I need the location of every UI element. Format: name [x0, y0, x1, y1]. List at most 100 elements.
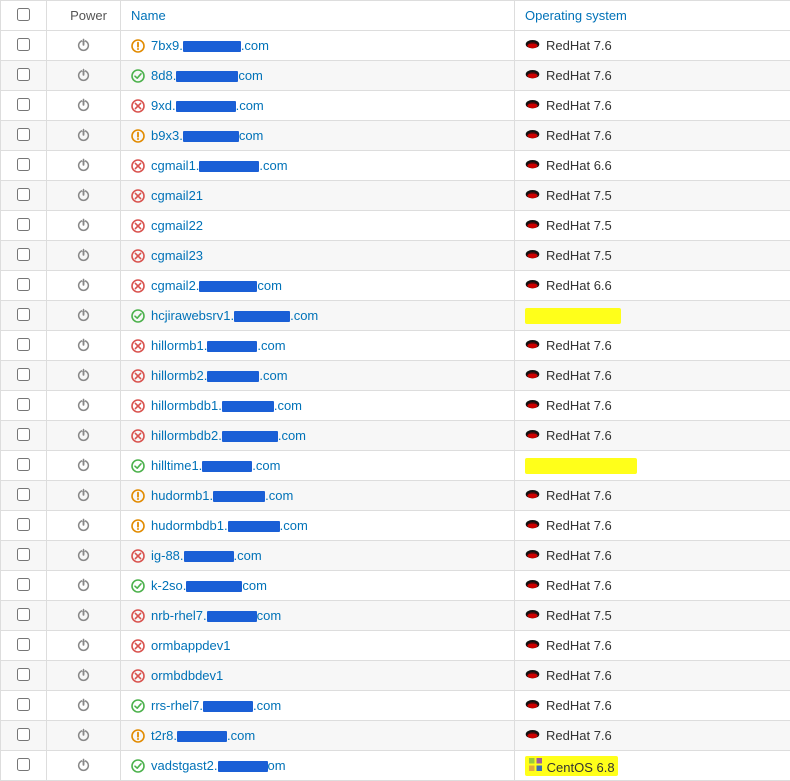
- table-row: hillormbdb2..comRedHat 7.6: [1, 421, 790, 451]
- host-link[interactable]: hudormbdb1..com: [151, 518, 308, 533]
- host-link[interactable]: cgmail23: [151, 248, 203, 263]
- os-text: RedHat 7.6: [546, 338, 612, 353]
- row-checkbox[interactable]: [17, 338, 30, 351]
- redaction-block: [234, 311, 290, 322]
- hosts-table: Power Name Operating system 7bx9..com Red…: [0, 0, 790, 781]
- power-cell[interactable]: [47, 181, 121, 211]
- table-row: cgmail23RedHat 7.5: [1, 241, 790, 271]
- power-cell[interactable]: [47, 301, 121, 331]
- row-checkbox[interactable]: [17, 188, 30, 201]
- power-cell[interactable]: [47, 511, 121, 541]
- power-cell[interactable]: [47, 361, 121, 391]
- power-cell[interactable]: [47, 421, 121, 451]
- host-link[interactable]: ormbappdev1: [151, 638, 231, 653]
- power-cell[interactable]: [47, 631, 121, 661]
- host-link[interactable]: b9x3.com: [151, 128, 263, 143]
- host-name-post: .com: [241, 38, 269, 53]
- host-link[interactable]: vadstgast2.om: [151, 758, 286, 773]
- row-checkbox[interactable]: [17, 278, 30, 291]
- power-cell[interactable]: [47, 661, 121, 691]
- os-text: RedHat 7.6: [546, 368, 612, 383]
- row-checkbox[interactable]: [17, 368, 30, 381]
- header-name[interactable]: Name: [121, 1, 515, 31]
- row-checkbox[interactable]: [17, 668, 30, 681]
- power-cell[interactable]: [47, 601, 121, 631]
- row-checkbox[interactable]: [17, 518, 30, 531]
- warning-icon: [131, 39, 145, 53]
- select-all-checkbox[interactable]: [17, 8, 30, 21]
- power-cell[interactable]: [47, 721, 121, 751]
- host-link[interactable]: 8d8.com: [151, 68, 263, 83]
- row-checkbox[interactable]: [17, 128, 30, 141]
- power-cell[interactable]: [47, 691, 121, 721]
- power-cell[interactable]: [47, 151, 121, 181]
- os-cell: RedHat 7.6: [515, 631, 790, 661]
- redaction-block: [184, 551, 234, 562]
- power-icon: [47, 188, 120, 203]
- power-cell[interactable]: [47, 331, 121, 361]
- row-checkbox[interactable]: [17, 308, 30, 321]
- row-checkbox-cell: [1, 121, 47, 151]
- host-link[interactable]: hillormb1..com: [151, 338, 286, 353]
- power-cell[interactable]: [47, 121, 121, 151]
- power-cell[interactable]: [47, 211, 121, 241]
- host-link[interactable]: cgmail21: [151, 188, 203, 203]
- power-cell[interactable]: [47, 571, 121, 601]
- host-link[interactable]: hillormbdb2..com: [151, 428, 306, 443]
- row-checkbox[interactable]: [17, 218, 30, 231]
- row-checkbox[interactable]: [17, 428, 30, 441]
- os-text: RedHat 7.5: [546, 188, 612, 203]
- row-checkbox[interactable]: [17, 608, 30, 621]
- host-name-pre: rrs-rhel7.: [151, 698, 203, 713]
- row-checkbox[interactable]: [17, 758, 30, 771]
- row-checkbox[interactable]: [17, 638, 30, 651]
- power-icon: [47, 458, 120, 473]
- header-power[interactable]: Power: [47, 1, 121, 31]
- row-checkbox[interactable]: [17, 248, 30, 261]
- error-icon: [131, 189, 145, 203]
- header-os[interactable]: Operating system: [515, 1, 790, 31]
- power-cell[interactable]: [47, 91, 121, 121]
- host-link[interactable]: k-2so.com: [151, 578, 267, 593]
- host-link[interactable]: cgmail22: [151, 218, 203, 233]
- host-link[interactable]: hcjirawebsrv1..com: [151, 308, 318, 323]
- host-link[interactable]: hilltime1..com: [151, 458, 280, 473]
- host-link[interactable]: t2r8..com: [151, 728, 255, 743]
- power-cell[interactable]: [47, 61, 121, 91]
- power-cell[interactable]: [47, 31, 121, 61]
- host-link[interactable]: nrb-rhel7.com: [151, 608, 281, 623]
- power-cell[interactable]: [47, 751, 121, 781]
- row-checkbox-cell: [1, 151, 47, 181]
- power-cell[interactable]: [47, 391, 121, 421]
- host-link[interactable]: ig-88..com: [151, 548, 262, 563]
- row-checkbox[interactable]: [17, 698, 30, 711]
- row-checkbox[interactable]: [17, 728, 30, 741]
- name-cell: cgmail2.com: [121, 271, 515, 301]
- host-link[interactable]: cgmail2.com: [151, 278, 282, 293]
- row-checkbox[interactable]: [17, 458, 30, 471]
- host-link[interactable]: hudormb1..com: [151, 488, 293, 503]
- power-cell[interactable]: [47, 271, 121, 301]
- power-cell[interactable]: [47, 541, 121, 571]
- power-cell[interactable]: [47, 451, 121, 481]
- host-link[interactable]: cgmail1..com: [151, 158, 288, 173]
- table-row: nrb-rhel7.comRedHat 7.5: [1, 601, 790, 631]
- host-link[interactable]: hillormb2..com: [151, 368, 288, 383]
- error-icon: [131, 669, 145, 683]
- row-checkbox[interactable]: [17, 578, 30, 591]
- host-link[interactable]: 9xd..com: [151, 98, 264, 113]
- power-cell[interactable]: [47, 481, 121, 511]
- host-link[interactable]: 7bx9..com: [151, 38, 269, 53]
- row-checkbox[interactable]: [17, 548, 30, 561]
- row-checkbox[interactable]: [17, 158, 30, 171]
- row-checkbox[interactable]: [17, 38, 30, 51]
- row-checkbox[interactable]: [17, 98, 30, 111]
- host-link[interactable]: rrs-rhel7..com: [151, 698, 281, 713]
- host-link[interactable]: ormbdbdev1: [151, 668, 223, 683]
- row-checkbox[interactable]: [17, 488, 30, 501]
- host-link[interactable]: hillormbdb1..com: [151, 398, 302, 413]
- row-checkbox[interactable]: [17, 398, 30, 411]
- power-cell[interactable]: [47, 241, 121, 271]
- row-checkbox[interactable]: [17, 68, 30, 81]
- power-icon: [47, 68, 120, 83]
